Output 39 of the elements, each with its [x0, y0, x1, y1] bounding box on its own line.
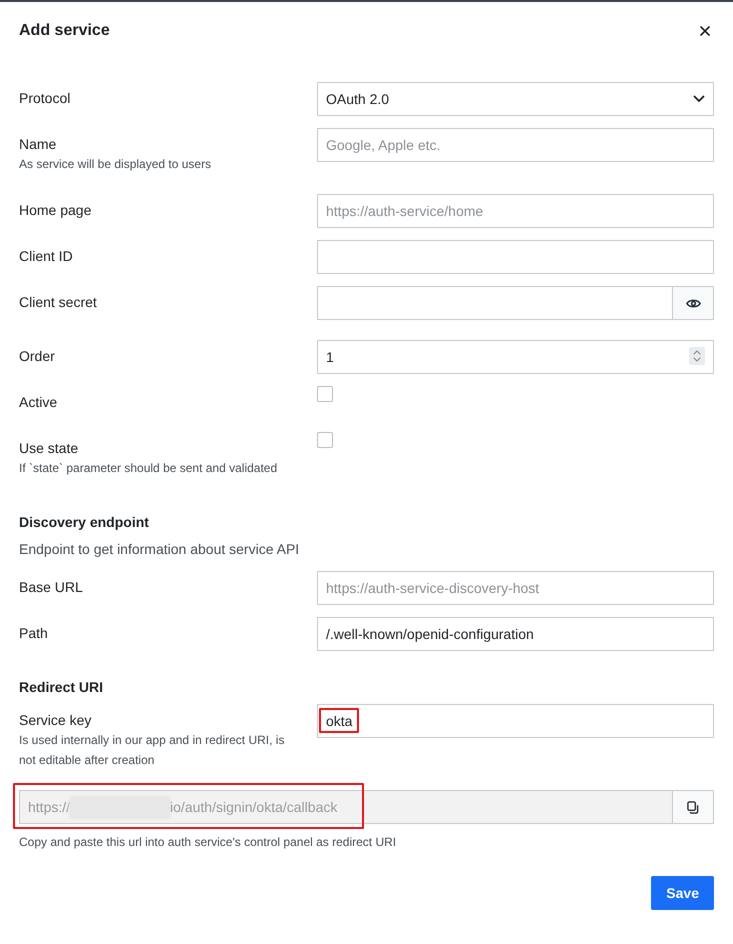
checkbox[interactable] — [317, 386, 333, 402]
field-hint: Is used internally in our app and in redirect URI, is not editable after creation — [19, 732, 286, 769]
field-label: Client ID — [19, 247, 73, 266]
field-label: Protocol — [19, 89, 70, 108]
field-label: Active — [19, 393, 58, 412]
text-field[interactable]: /.well-known/openid-configuration — [317, 617, 714, 651]
section-description: Endpoint to get information about service API — [19, 540, 300, 559]
field-label: Name — [19, 135, 56, 154]
text-field[interactable]: Google, Apple etc. — [317, 128, 714, 162]
number-field[interactable]: 1 — [317, 340, 714, 374]
section-heading: Discovery endpoint — [19, 513, 149, 532]
text-field[interactable]: https://auth-service-discovery-host — [317, 571, 714, 605]
close-icon — [700, 26, 710, 36]
field-label: Service key — [19, 711, 92, 730]
field-label: Order — [19, 347, 55, 366]
field-label: Home page — [19, 201, 92, 220]
field-label: Client secret — [19, 293, 97, 312]
dropdown[interactable]: OAuth 2.0 — [317, 82, 714, 116]
eye-icon — [686, 298, 700, 308]
field-hint: As service will be displayed to users — [19, 156, 212, 173]
field-label: Path — [19, 624, 48, 643]
field-label: Use state — [19, 439, 78, 458]
copy-icon — [687, 800, 699, 814]
section-heading: Redirect URI — [19, 678, 104, 697]
chevron-down-icon — [693, 95, 705, 103]
text-field[interactable]: okta — [317, 704, 714, 738]
copy-button[interactable] — [672, 790, 714, 824]
spinner-icon[interactable] — [689, 347, 705, 365]
dialog-title: Add service — [19, 21, 110, 41]
password-field[interactable] — [317, 286, 673, 320]
save-button[interactable]: Save — [651, 876, 714, 910]
field-label: Base URL — [19, 578, 83, 597]
checkbox[interactable] — [317, 432, 333, 448]
close-button[interactable] — [700, 26, 710, 36]
field-hint: Copy and paste this url into auth service's control panel as redirect URI — [19, 834, 396, 851]
text-field[interactable]: https://auth-service/home — [317, 194, 714, 228]
text-field[interactable] — [317, 240, 714, 274]
show-password-button[interactable] — [672, 286, 714, 320]
field-hint: If `state` parameter should be sent and validated — [19, 460, 278, 477]
